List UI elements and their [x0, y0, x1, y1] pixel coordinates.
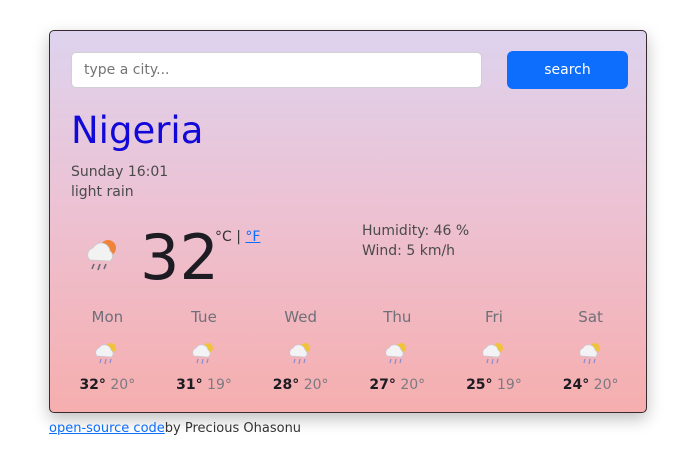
forecast-row: Mon 32° 20° Tue 31° 19° Wed 28° 20° Thu 27° 20°…: [59, 307, 639, 395]
city-search-input[interactable]: [71, 52, 482, 88]
forecast-temps: 28° 20°: [252, 375, 349, 395]
forecast-min-temp: 20°: [303, 377, 329, 393]
forecast-temps: 32° 20°: [59, 375, 156, 395]
celsius-unit: °C: [215, 229, 232, 245]
forecast-day-name: Wed: [284, 308, 317, 326]
date-time: Sunday 16:01: [71, 164, 169, 180]
city-name: Nigeria: [71, 109, 204, 152]
forecast-min-temp: 20°: [593, 377, 619, 393]
weather-details: Humidity: 46 % Wind: 5 km/h: [362, 221, 469, 261]
forecast-day: Wed 28° 20°: [252, 307, 349, 395]
humidity: Humidity: 46 %: [362, 223, 470, 239]
forecast-day-name: Tue: [191, 308, 217, 326]
forecast-day-name: Mon: [91, 308, 124, 326]
forecast-day: Fri 25° 19°: [446, 307, 543, 395]
rain-cloud-sun-icon: [87, 240, 116, 271]
forecast-max-temp: 32°: [79, 377, 106, 393]
forecast-max-temp: 25°: [466, 377, 493, 393]
footer: open-source codeby Precious Ohasonu: [49, 421, 301, 436]
forecast-temps: 24° 20°: [542, 375, 639, 395]
forecast-max-temp: 24°: [562, 377, 590, 393]
forecast-day: Tue 31° 19°: [156, 307, 253, 395]
forecast-min-temp: 19°: [497, 377, 522, 393]
forecast-max-temp: 28°: [272, 377, 300, 393]
current-temperature: 32: [140, 221, 219, 294]
unit-separator: |: [231, 229, 246, 245]
forecast-temps: 27° 20°: [349, 375, 446, 395]
search-button[interactable]: search: [507, 51, 628, 89]
rain-cloud-sun-icon: [95, 343, 117, 365]
fahrenheit-link[interactable]: °F: [245, 229, 260, 245]
rain-cloud-sun-icon: [289, 343, 310, 365]
forecast-day-name: Sat: [578, 308, 603, 326]
forecast-min-temp: 19°: [207, 377, 232, 393]
forecast-day-name: Thu: [383, 308, 412, 326]
weather-description: light rain: [71, 184, 134, 200]
forecast-temps: 25° 19°: [446, 375, 543, 395]
weather-card: search Nigeria Sunday 16:01 light rain 3…: [49, 30, 647, 413]
forecast-day-name: Fri: [485, 308, 503, 326]
weather-meta: Sunday 16:01 light rain: [71, 162, 168, 202]
forecast-day: Thu 27° 20°: [349, 307, 446, 395]
forecast-max-temp: 31°: [176, 377, 203, 393]
author-credit: by Precious Ohasonu: [164, 421, 302, 436]
rain-cloud-sun-icon: [579, 343, 600, 365]
forecast-temps: 31° 19°: [156, 375, 253, 395]
rain-cloud-sun-icon: [192, 343, 213, 365]
rain-cloud-sun-icon: [385, 343, 407, 365]
forecast-max-temp: 27°: [369, 377, 396, 393]
forecast-day: Mon 32° 20°: [59, 307, 156, 395]
rain-cloud-sun-icon: [482, 343, 503, 365]
forecast-min-temp: 20°: [400, 377, 426, 393]
unit-toggle: °C | °F: [215, 229, 260, 245]
wind: Wind: 5 km/h: [362, 243, 456, 259]
forecast-min-temp: 20°: [110, 377, 136, 393]
source-code-link[interactable]: open-source code: [49, 421, 165, 436]
forecast-day: Sat 24° 20°: [542, 307, 639, 395]
